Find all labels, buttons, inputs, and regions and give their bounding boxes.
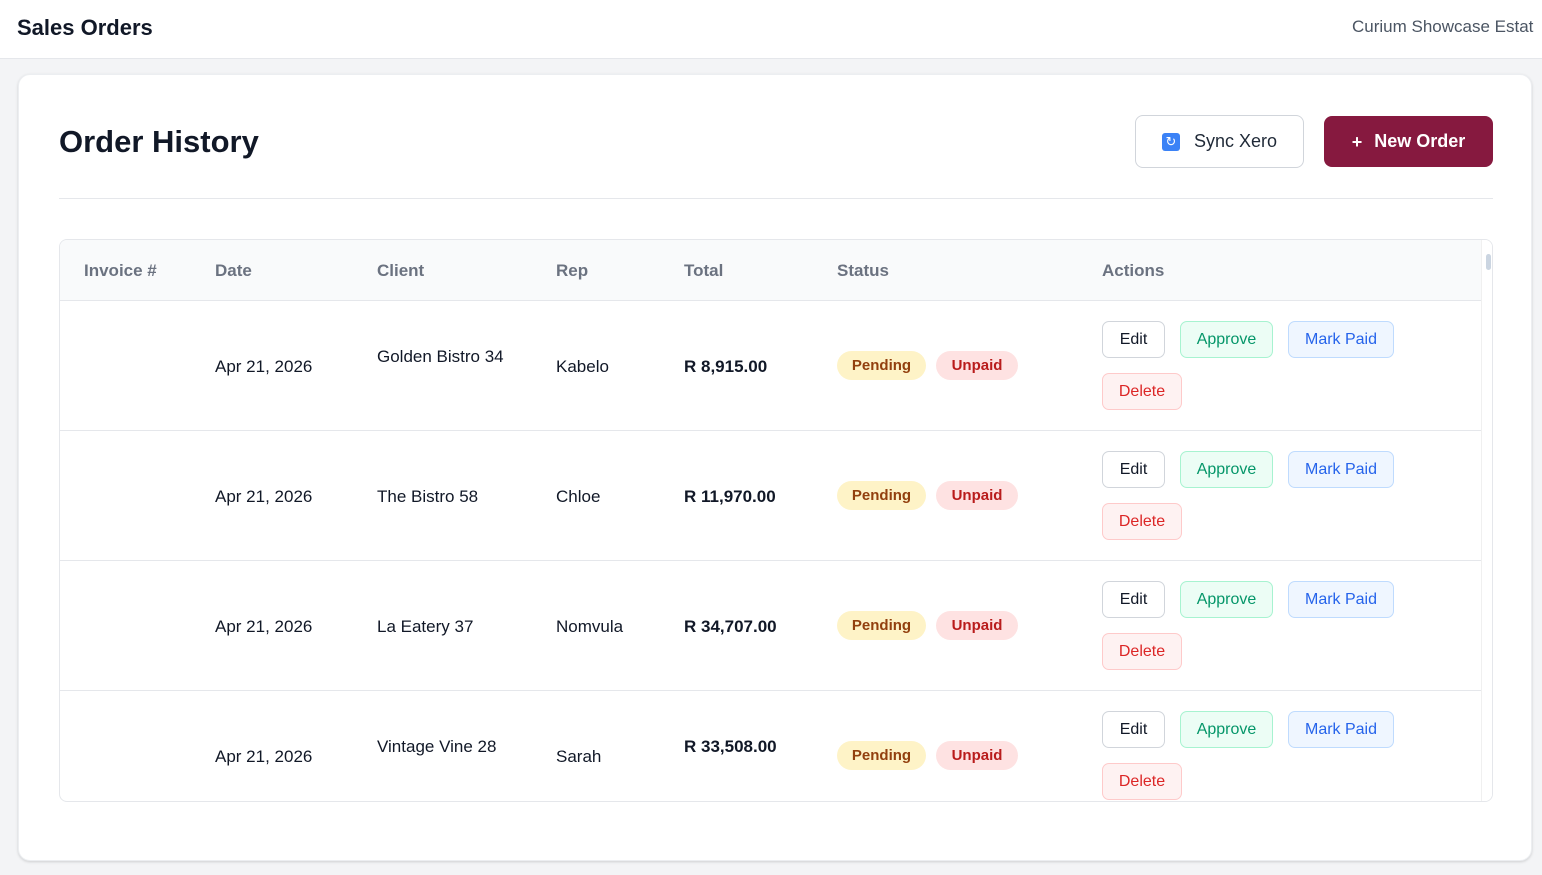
order-history-card: Order History ↻ Sync Xero + New Order In…	[18, 74, 1532, 861]
delete-button[interactable]: Delete	[1102, 633, 1182, 670]
rep-name: Chloe	[556, 487, 601, 506]
delete-button[interactable]: Delete	[1102, 763, 1182, 800]
page-title: Order History	[59, 124, 259, 159]
order-total: R 33,508.00	[684, 737, 777, 756]
column-header-status[interactable]: Status	[837, 260, 889, 282]
new-order-button[interactable]: + New Order	[1324, 116, 1493, 167]
table-row[interactable]: Apr 21, 2026 The Bistro 58 Chloe R 11,97…	[60, 431, 1481, 561]
order-date: Apr 21, 2026	[215, 357, 313, 376]
mark-paid-button[interactable]: Mark Paid	[1288, 581, 1394, 618]
scrollbar-thumb[interactable]	[1486, 254, 1491, 270]
order-date: Apr 21, 2026	[215, 617, 313, 636]
approve-button[interactable]: Approve	[1180, 581, 1273, 618]
column-header-date[interactable]: Date	[215, 260, 252, 282]
approval-status-badge: Pending	[837, 481, 926, 510]
client-name: Golden Bistro 34	[377, 347, 504, 366]
orders-table: Invoice # Date Client Rep Total Status A…	[59, 239, 1493, 802]
sync-xero-label: Sync Xero	[1193, 131, 1278, 151]
delete-button[interactable]: Delete	[1102, 503, 1182, 540]
order-date: Apr 21, 2026	[215, 747, 313, 766]
table-scrollbar[interactable]	[1481, 240, 1492, 801]
order-total: R 34,707.00	[684, 617, 777, 636]
refresh-icon: ↻	[1161, 132, 1180, 151]
payment-status-badge: Unpaid	[936, 611, 1018, 640]
client-name: La Eatery 37	[377, 617, 474, 636]
column-header-total[interactable]: Total	[684, 260, 723, 282]
table-row[interactable]: Apr 21, 2026 Golden Bistro 34 Kabelo R 8…	[60, 301, 1481, 431]
payment-status-badge: Unpaid	[936, 741, 1018, 770]
table-row[interactable]: Apr 21, 2026 Vintage Vine 28 Sarah R 33,…	[60, 691, 1481, 801]
order-total: R 8,915.00	[684, 357, 768, 376]
header-divider	[59, 198, 1493, 199]
edit-button[interactable]: Edit	[1102, 451, 1165, 488]
order-date: Apr 21, 2026	[215, 487, 313, 506]
organization-name[interactable]: Curium Showcase Estat	[1352, 16, 1533, 38]
new-order-label: New Order	[1374, 131, 1466, 151]
table-header: Invoice # Date Client Rep Total Status A…	[60, 240, 1481, 301]
column-header-actions: Actions	[1102, 261, 1165, 280]
mark-paid-button[interactable]: Mark Paid	[1288, 321, 1394, 358]
app-title: Sales Orders	[17, 15, 153, 40]
approval-status-badge: Pending	[837, 611, 926, 640]
payment-status-badge: Unpaid	[936, 481, 1018, 510]
edit-button[interactable]: Edit	[1102, 321, 1165, 358]
client-name: The Bistro 58	[377, 487, 479, 506]
approve-button[interactable]: Approve	[1180, 321, 1273, 358]
mark-paid-button[interactable]: Mark Paid	[1288, 451, 1394, 488]
table-row[interactable]: Apr 21, 2026 La Eatery 37 Nomvula R 34,7…	[60, 561, 1481, 691]
sync-xero-button[interactable]: ↻ Sync Xero	[1135, 115, 1304, 168]
edit-button[interactable]: Edit	[1102, 581, 1165, 618]
edit-button[interactable]: Edit	[1102, 711, 1165, 748]
rep-name: Sarah	[556, 747, 602, 766]
payment-status-badge: Unpaid	[936, 351, 1018, 380]
approval-status-badge: Pending	[837, 741, 926, 770]
order-total: R 11,970.00	[684, 487, 776, 506]
client-name: Vintage Vine 28	[377, 737, 497, 756]
rep-name: Kabelo	[556, 357, 609, 376]
rep-name: Nomvula	[556, 617, 624, 636]
column-header-client[interactable]: Client	[377, 260, 424, 282]
column-header-invoice[interactable]: Invoice #	[84, 260, 157, 282]
approval-status-badge: Pending	[837, 351, 926, 380]
approve-button[interactable]: Approve	[1180, 451, 1273, 488]
column-header-rep[interactable]: Rep	[556, 260, 588, 282]
delete-button[interactable]: Delete	[1102, 373, 1182, 410]
approve-button[interactable]: Approve	[1180, 711, 1273, 748]
mark-paid-button[interactable]: Mark Paid	[1288, 711, 1394, 748]
top-bar: Sales Orders Curium Showcase Estat	[0, 0, 1542, 59]
plus-icon: +	[1351, 131, 1363, 152]
